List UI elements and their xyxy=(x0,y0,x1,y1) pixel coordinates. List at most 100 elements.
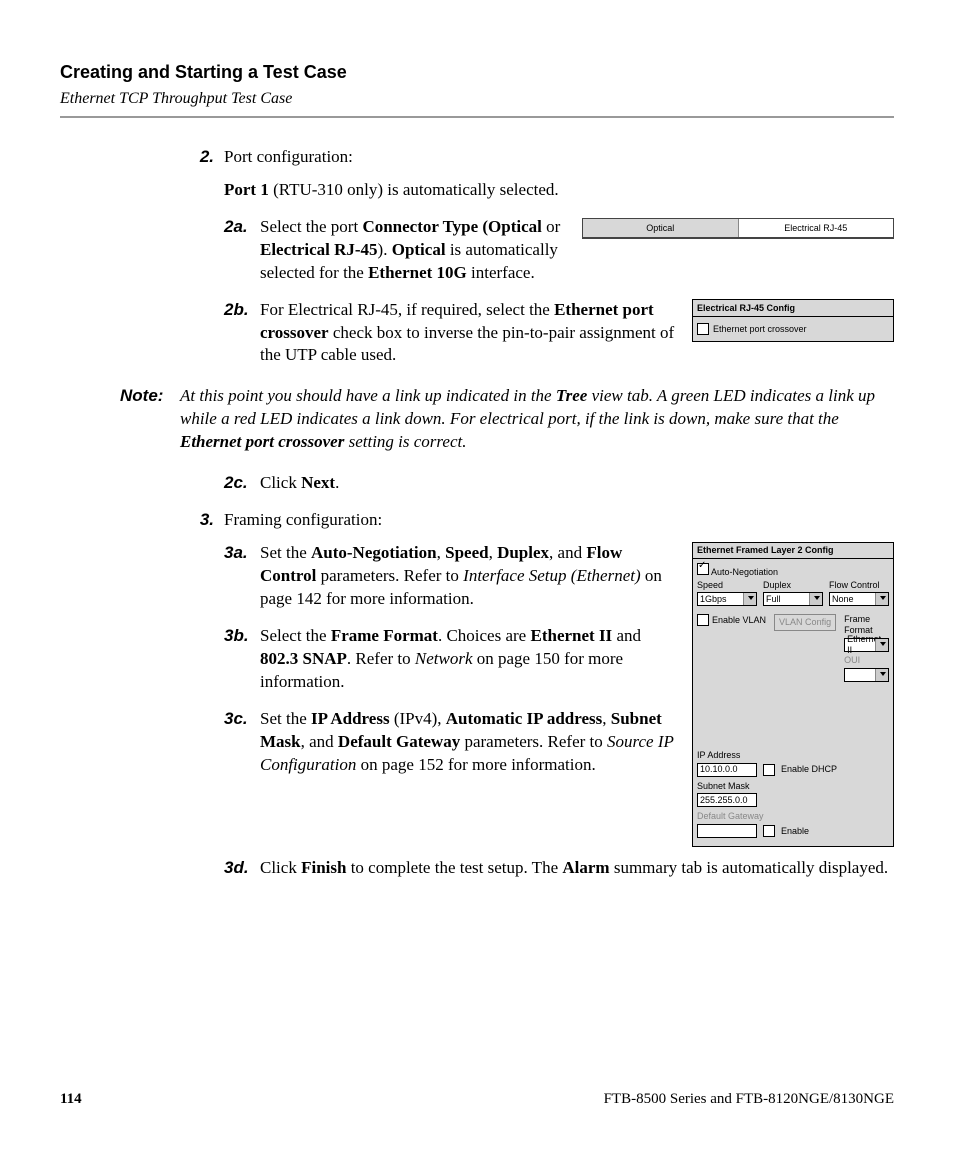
autoneg-row: Auto-Negotiation xyxy=(693,559,893,580)
connector-type-tabs: Optical Electrical RJ-45 xyxy=(582,218,894,239)
oui-label: OUI xyxy=(844,655,889,666)
text-bold: Finish xyxy=(301,858,346,877)
step-number: 2. xyxy=(180,146,224,169)
text: , xyxy=(489,543,498,562)
gateway-label: Default Gateway xyxy=(697,811,889,822)
text-bold: Connector Type (Optical xyxy=(362,217,541,236)
port1-rest: (RTU-310 only) is automatically selected… xyxy=(269,180,559,199)
crossover-label: Ethernet port crossover xyxy=(713,323,807,335)
text: , and xyxy=(301,732,338,751)
step-2a: 2a. Optical Electrical RJ-45 Select the … xyxy=(224,216,894,285)
input-value: 10.10.0.0 xyxy=(700,764,738,775)
substep-body: Set the IP Address (IPv4), Automatic IP … xyxy=(260,708,678,777)
section-title: Creating and Starting a Test Case xyxy=(60,60,894,84)
header-rule xyxy=(60,116,894,118)
substep-number: 3d. xyxy=(224,857,260,880)
substep-number: 3c. xyxy=(224,708,260,777)
text-bold: Ethernet 10G xyxy=(368,263,467,282)
chevron-down-icon xyxy=(880,642,886,646)
text: ). xyxy=(378,240,392,259)
substep-body: Select the Frame Format. Choices are Eth… xyxy=(260,625,678,694)
text: parameters. Refer to xyxy=(460,732,607,751)
text-bold: Next xyxy=(301,473,335,492)
step-3b: 3b. Select the Frame Format. Choices are… xyxy=(224,625,678,694)
speed-label: Speed xyxy=(697,580,757,591)
text: At this point you should have a link up … xyxy=(180,386,556,405)
chevron-down-icon xyxy=(880,672,886,676)
tab-optical[interactable]: Optical xyxy=(583,219,738,237)
subnet-label: Subnet Mask xyxy=(697,781,889,792)
chevron-down-icon xyxy=(748,596,754,600)
substep-number: 3a. xyxy=(224,542,260,611)
layer2-config-panel: Ethernet Framed Layer 2 Config Auto-Nego… xyxy=(692,542,894,847)
enable-dhcp-checkbox[interactable] xyxy=(763,764,775,776)
text-bold: Speed xyxy=(445,543,488,562)
substep-body: Optical Electrical RJ-45 Select the port… xyxy=(260,216,894,285)
ip-address-input[interactable]: 10.10.0.0 xyxy=(697,763,757,777)
step2-sublist-cont: 2c. Click Next. xyxy=(224,472,894,495)
oui-select xyxy=(844,668,889,682)
step-number: 3. xyxy=(180,509,224,532)
duplex-label: Duplex xyxy=(763,580,823,591)
body-content-2: 2c. Click Next. 3. Framing configuration… xyxy=(180,472,894,880)
manual-page: Creating and Starting a Test Case Ethern… xyxy=(0,0,954,1159)
text: summary tab is automatically displayed. xyxy=(610,858,889,877)
flow-select[interactable]: None xyxy=(829,592,889,606)
flow-label: Flow Control xyxy=(829,580,889,591)
enable-vlan-label: Enable VLAN xyxy=(712,615,766,626)
text-bold: Auto-Negotiation xyxy=(311,543,437,562)
step-2b: 2b. For Electrical RJ-45, if required, s… xyxy=(224,299,894,368)
text-bold: Optical xyxy=(392,240,446,259)
frame-format-select[interactable]: Ethernet II xyxy=(844,638,889,652)
input-value: 255.255.0.0 xyxy=(700,795,748,806)
page-footer: 114 FTB-8500 Series and FTB-8120NGE/8130… xyxy=(60,1089,894,1109)
select-value: 1Gbps xyxy=(700,594,727,605)
gateway-enable-checkbox[interactable] xyxy=(763,825,775,837)
body-content: 2. Port configuration: Port 1 (RTU-310 o… xyxy=(180,146,894,368)
text-bold: Tree xyxy=(556,386,587,405)
panel-header: Electrical RJ-45 Config xyxy=(693,300,893,317)
panel-header: Ethernet Framed Layer 2 Config xyxy=(693,543,893,559)
text: Set the xyxy=(260,709,311,728)
text: to complete the test setup. The xyxy=(346,858,562,877)
vlan-config-button[interactable]: VLAN Config xyxy=(774,614,836,631)
subnet-input[interactable]: 255.255.0.0 xyxy=(697,793,757,807)
duplex-select[interactable]: Full xyxy=(763,592,823,606)
port1-label: Port 1 xyxy=(224,180,269,199)
frame-format-label: Frame Format xyxy=(844,614,889,636)
step-3: 3. Framing configuration: xyxy=(180,509,894,532)
crossover-checkbox[interactable] xyxy=(697,323,709,335)
text: Select the port xyxy=(260,217,362,236)
text-bold: Ethernet port crossover xyxy=(180,432,344,451)
substep-number: 3b. xyxy=(224,625,260,694)
step-2c: 2c. Click Next. xyxy=(224,472,894,495)
autoneg-checkbox[interactable] xyxy=(697,563,709,575)
speed-select[interactable]: 1Gbps xyxy=(697,592,757,606)
step-2-port1: Port 1 (RTU-310 only) is automatically s… xyxy=(224,179,894,202)
enable-vlan-checkbox[interactable] xyxy=(697,614,709,626)
text: Click xyxy=(260,473,301,492)
text: For Electrical RJ-45, if required, selec… xyxy=(260,300,554,319)
tab-electrical-rj45[interactable]: Electrical RJ-45 xyxy=(738,219,894,237)
ip-section: IP Address 10.10.0.0 Enable DHCP Subnet … xyxy=(693,746,893,846)
text-bold: Duplex xyxy=(497,543,549,562)
select-value: None xyxy=(832,594,854,605)
select-value: Full xyxy=(766,594,781,605)
doc-title: FTB-8500 Series and FTB-8120NGE/8130NGE xyxy=(604,1089,894,1109)
text-bold: IP Address xyxy=(311,709,390,728)
text: or xyxy=(542,217,560,236)
step-3c: 3c. Set the IP Address (IPv4), Automatic… xyxy=(224,708,678,777)
text-bold: Electrical RJ-45 xyxy=(260,240,378,259)
step-intro: Port configuration: xyxy=(224,146,894,169)
text-bold: Frame Format xyxy=(331,626,438,645)
note-text: At this point you should have a link up … xyxy=(180,385,894,454)
note-block: Note: At this point you should have a li… xyxy=(120,385,894,454)
text: . Choices are xyxy=(438,626,531,645)
page-number: 114 xyxy=(60,1089,82,1109)
text: Select the xyxy=(260,626,331,645)
step2-sublist: 2a. Optical Electrical RJ-45 Select the … xyxy=(224,216,894,368)
text: and xyxy=(612,626,641,645)
text: , xyxy=(602,709,611,728)
text: on page 152 for more information. xyxy=(356,755,595,774)
text: Click xyxy=(260,858,301,877)
